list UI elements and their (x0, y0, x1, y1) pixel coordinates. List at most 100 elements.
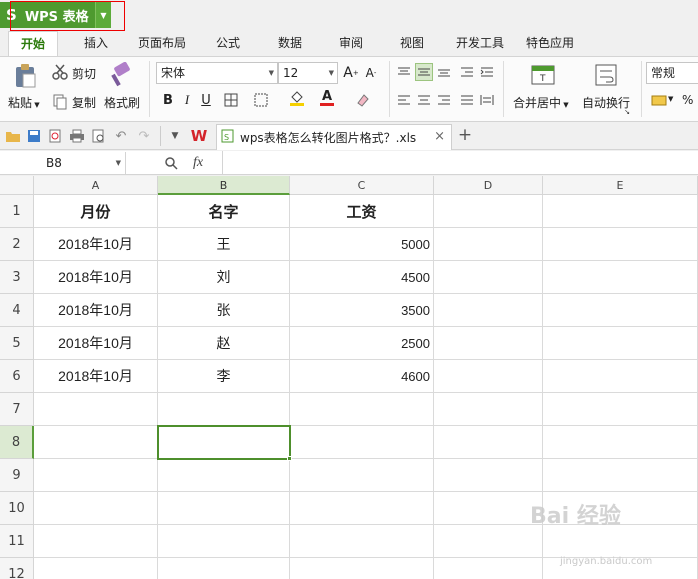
align-right-icon[interactable] (435, 91, 453, 109)
chevron-down-icon[interactable]: ▼ (116, 152, 121, 174)
align-top-icon[interactable] (395, 63, 413, 81)
cell-e8[interactable] (543, 426, 698, 459)
row-header-2[interactable]: 2 (0, 228, 34, 261)
save-icon[interactable] (25, 127, 43, 145)
alignment-dialog-launcher-icon[interactable]: ↘ (622, 107, 632, 117)
justify-icon[interactable] (458, 91, 476, 109)
close-tab-icon[interactable]: × (434, 129, 445, 144)
tab-data[interactable]: 数据 (270, 31, 310, 56)
cell-a7[interactable] (34, 393, 158, 426)
cell-a6[interactable]: 2018年10月 (34, 360, 158, 393)
document-tab[interactable]: S wps表格怎么转化图片格式？.xls × (216, 124, 452, 150)
indent-icon[interactable] (478, 63, 496, 81)
font-size-select[interactable]: 12 ▼ (278, 62, 338, 84)
cell-a2[interactable]: 2018年10月 (34, 228, 158, 261)
cell-d1[interactable] (434, 195, 543, 228)
cell-d8[interactable] (434, 426, 543, 459)
align-middle-icon[interactable] (415, 63, 433, 81)
row-header-12[interactable]: 12 (0, 558, 34, 579)
chevron-down-icon[interactable]: ▼ (668, 95, 673, 103)
column-header-e[interactable]: E (543, 176, 698, 195)
cell-b10[interactable] (158, 492, 290, 525)
row-header-8[interactable]: 8 (0, 426, 34, 459)
align-bottom-icon[interactable] (435, 63, 453, 81)
align-center-icon[interactable] (415, 91, 433, 109)
bold-button[interactable]: B (159, 91, 177, 109)
underline-button[interactable]: U (197, 91, 215, 109)
cell-c8[interactable] (290, 426, 434, 459)
wrap-text-icon[interactable] (593, 62, 619, 88)
name-box[interactable]: B8 ▼ (0, 152, 126, 174)
tab-page-layout[interactable]: 页面布局 (130, 31, 194, 56)
row-header-3[interactable]: 3 (0, 261, 34, 294)
paste-button[interactable]: 粘贴 ▼ (8, 94, 40, 111)
cell-c5[interactable]: 2500 (290, 327, 434, 360)
cell-b12[interactable] (158, 558, 290, 579)
cut-button[interactable]: 剪切 (72, 65, 96, 82)
row-header-6[interactable]: 6 (0, 360, 34, 393)
cell-c12[interactable] (290, 558, 434, 579)
cell-d6[interactable] (434, 360, 543, 393)
undo-icon[interactable]: ↶ (112, 127, 130, 145)
row-header-5[interactable]: 5 (0, 327, 34, 360)
zoom-search-icon[interactable] (162, 154, 180, 172)
customize-dropdown-icon[interactable]: ▼ (166, 127, 184, 145)
row-header-4[interactable]: 4 (0, 294, 34, 327)
cell-e1[interactable] (543, 195, 698, 228)
column-header-c[interactable]: C (290, 176, 434, 195)
clear-format-icon[interactable] (354, 91, 372, 109)
format-painter-icon[interactable] (108, 61, 134, 89)
cell-a9[interactable] (34, 459, 158, 492)
row-header-10[interactable]: 10 (0, 492, 34, 525)
paste-icon[interactable] (12, 63, 38, 89)
cell-b7[interactable] (158, 393, 290, 426)
tab-home[interactable]: 开始 (8, 31, 58, 56)
row-header-9[interactable]: 9 (0, 459, 34, 492)
cell-c7[interactable] (290, 393, 434, 426)
cell-b3[interactable]: 刘 (158, 261, 290, 294)
cell-e9[interactable] (543, 459, 698, 492)
align-left-icon[interactable] (395, 91, 413, 109)
cell-d11[interactable] (434, 525, 543, 558)
cell-b5[interactable]: 赵 (158, 327, 290, 360)
merge-center-button[interactable]: 合并居中 ▼ (513, 94, 569, 111)
font-name-select[interactable]: 宋体 ▼ (156, 62, 278, 84)
merge-center-icon[interactable]: T (530, 62, 556, 88)
cell-e7[interactable] (543, 393, 698, 426)
print-icon[interactable] (68, 127, 86, 145)
borders-icon[interactable] (222, 91, 240, 109)
cell-e5[interactable] (543, 327, 698, 360)
cell-b11[interactable] (158, 525, 290, 558)
cell-e2[interactable] (543, 228, 698, 261)
cell-e4[interactable] (543, 294, 698, 327)
decrease-font-icon[interactable]: A- (362, 64, 380, 82)
currency-icon[interactable] (650, 91, 668, 109)
column-header-b[interactable]: B (158, 176, 290, 195)
text-direction-icon[interactable] (458, 63, 476, 81)
tab-formulas[interactable]: 公式 (208, 31, 248, 56)
column-header-d[interactable]: D (434, 176, 543, 195)
font-color-icon[interactable]: A (318, 89, 336, 107)
print-preview-icon[interactable] (90, 127, 108, 145)
row-header-1[interactable]: 1 (0, 195, 34, 228)
cell-c11[interactable] (290, 525, 434, 558)
fill-handle[interactable] (287, 456, 292, 461)
cell-a8[interactable] (34, 426, 158, 459)
export-pdf-icon[interactable] (46, 127, 64, 145)
cell-a5[interactable]: 2018年10月 (34, 327, 158, 360)
cell-c10[interactable] (290, 492, 434, 525)
distributed-icon[interactable] (478, 91, 496, 109)
cell-c2[interactable]: 5000 (290, 228, 434, 261)
cell-d4[interactable] (434, 294, 543, 327)
tab-insert[interactable]: 插入 (76, 31, 116, 56)
wps-home-icon[interactable]: W (190, 127, 208, 145)
cell-c6[interactable]: 4600 (290, 360, 434, 393)
cell-d2[interactable] (434, 228, 543, 261)
cell-c9[interactable] (290, 459, 434, 492)
cell-e3[interactable] (543, 261, 698, 294)
column-header-a[interactable]: A (34, 176, 158, 195)
number-format-select[interactable]: 常规 (646, 62, 698, 84)
italic-button[interactable]: I (178, 91, 196, 109)
cell-d5[interactable] (434, 327, 543, 360)
cell-a10[interactable] (34, 492, 158, 525)
